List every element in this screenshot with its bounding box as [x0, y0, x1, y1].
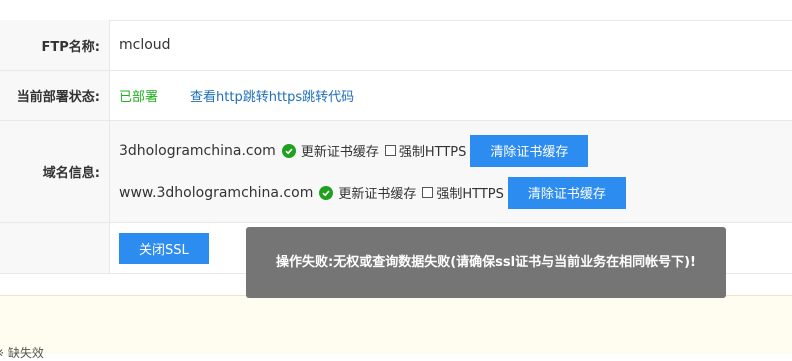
domain-name: www.3dhologramchina.com — [119, 184, 314, 201]
deploy-label: 当前部署状态: — [0, 71, 110, 120]
toast-message: 操作失败:无权或查询数据失败(请确保ssl证书与当前业务在相同帐号下)! — [276, 254, 696, 270]
check-circle-icon — [281, 143, 296, 158]
ftp-row: FTP名称: mcloud — [0, 20, 792, 71]
error-toast: 操作失败:无权或查询数据失败(请确保ssl证书与当前业务在相同帐号下)! — [246, 227, 726, 298]
update-cache-link[interactable]: 更新证书缓存 — [301, 141, 379, 160]
force-https-checkbox[interactable] — [422, 187, 434, 198]
force-https-checkbox[interactable] — [384, 145, 396, 156]
domain-label: 域名信息: — [0, 121, 110, 222]
domain-item: www.3dhologramchina.com 更新证书缓存 强制HTTPS 清… — [119, 176, 626, 209]
clear-cache-button[interactable]: 清除证书缓存 — [507, 176, 626, 209]
actions-label — [0, 223, 110, 273]
deploy-row: 当前部署状态: 已部署 查看http跳转https跳转代码 — [0, 71, 792, 121]
domain-row: 域名信息: 3dhologramchina.com 更新证书缓存 强制HTTPS… — [0, 121, 792, 223]
top-strip — [0, 0, 792, 21]
deploy-status: 已部署 — [119, 90, 159, 105]
force-https-label: 强制HTTPS — [436, 187, 504, 202]
notice-area — [0, 295, 792, 354]
clear-cache-button[interactable]: 清除证书缓存 — [470, 134, 589, 167]
ftp-value: mcloud — [119, 37, 171, 53]
force-https-label: 强制HTTPS — [398, 145, 467, 160]
domain-item: 3dhologramchina.com 更新证书缓存 强制HTTPS 清除证书缓… — [119, 134, 589, 167]
update-cache-link[interactable]: 更新证书缓存 — [338, 183, 416, 202]
check-circle-icon — [319, 185, 334, 200]
redirect-code-link[interactable]: 查看http跳转https跳转代码 — [190, 86, 354, 105]
domain-name: 3dhologramchina.com — [119, 142, 276, 159]
close-ssl-button[interactable]: 关闭SSL — [119, 232, 209, 264]
ftp-label: FTP名称: — [0, 20, 110, 70]
